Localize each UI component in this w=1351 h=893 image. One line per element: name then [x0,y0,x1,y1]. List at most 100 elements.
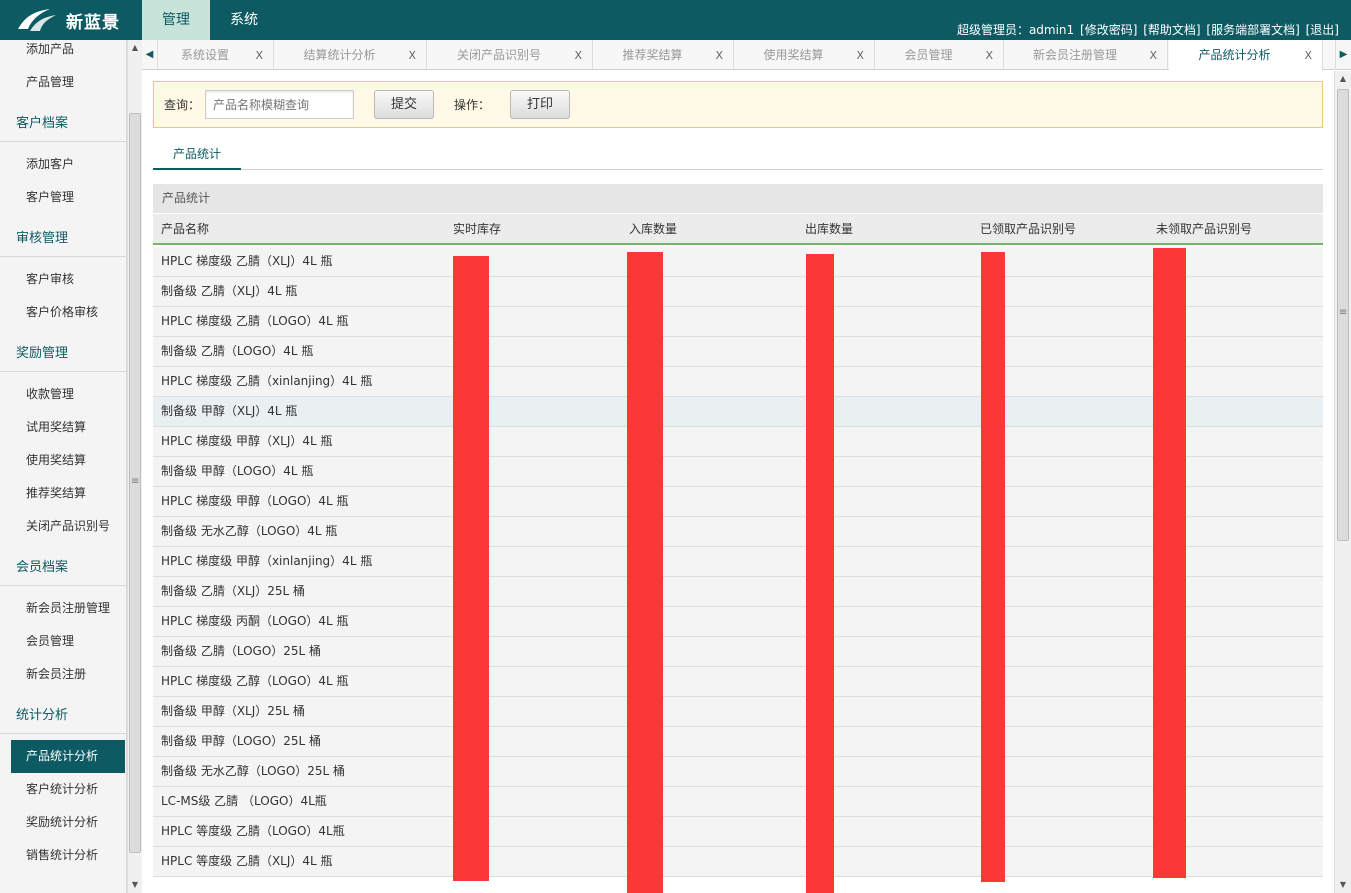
tab-usage-settlement[interactable]: 使用奖结算 X [735,40,875,70]
scroll-up-icon[interactable]: ▲ [128,40,142,56]
sidebar-item-member-management[interactable]: 会员管理 [0,625,126,658]
change-password-link[interactable]: [修改密码] [1080,23,1137,37]
product-name-cell: 制备级 甲醇（LOGO）4L 瓶 [161,464,314,478]
sidebar-scrollbar[interactable]: ▲ ≡ ▼ [127,40,142,893]
table-row[interactable]: 制备级 乙腈（XLJ）25L 桶 [153,577,1323,607]
tab-new-member-registration[interactable]: 新会员注册管理 X [1005,40,1168,70]
column-header-claimed-ids: 已领取产品识别号 [980,222,1077,236]
product-name-cell: HPLC 梯度级 乙腈（LOGO）4L 瓶 [161,314,349,328]
sidebar-item-referral-settlement[interactable]: 推荐奖结算 [0,477,126,510]
tab-close-product-id[interactable]: 关闭产品识别号 X [428,40,593,70]
tab-label: 产品统计分析 [1198,48,1271,62]
sidebar-item-add-product[interactable]: 添加产品 [0,40,126,66]
top-header: 新蓝景 管理 系统 超级管理员：admin1 [修改密码] [帮助文档] [服务… [0,0,1351,40]
table-row[interactable]: 制备级 甲醇（LOGO）25L 桶 [153,727,1323,757]
tab-bar: ◀ 系统设置 X 结算统计分析 X 关闭产品识别号 X 推荐奖结算 X 使用奖结… [142,40,1351,71]
tab-next-icon[interactable]: ▶ [1335,40,1351,70]
sidebar-item-new-member-registration[interactable]: 新会员注册 [0,658,126,691]
help-docs-link[interactable]: [帮助文档] [1143,23,1200,37]
product-name-cell: HPLC 梯度级 丙酮（LOGO）4L 瓶 [161,614,349,628]
main-content: 查询： 提交 操作： 打印 产品统计 产品统计 产品名称 实时库存 入库数量 出… [142,71,1334,893]
tab-system-settings[interactable]: 系统设置 X [159,40,274,70]
close-icon[interactable]: X [856,41,864,71]
sidebar-item-payment-management[interactable]: 收款管理 [0,378,126,411]
table-row[interactable]: HPLC 梯度级 乙腈（LOGO）4L 瓶 [153,307,1323,337]
product-name-cell: HPLC 梯度级 甲醇（LOGO）4L 瓶 [161,494,349,508]
logo-icon [18,9,56,31]
table-row[interactable]: 制备级 乙腈（LOGO）25L 桶 [153,637,1323,667]
sidebar-item-customer-review[interactable]: 客户审核 [0,263,126,296]
logout-link[interactable]: [退出] [1306,23,1339,37]
table-row[interactable]: 制备级 无水乙醇（LOGO）4L 瓶 [153,517,1323,547]
product-name-cell: 制备级 甲醇（XLJ）4L 瓶 [161,404,298,418]
tab-product-stats[interactable]: 产品统计 [153,139,241,170]
sidebar-item-sales-statistics[interactable]: 销售统计分析 [0,839,126,872]
sidebar-item-customer-price-review[interactable]: 客户价格审核 [0,296,126,329]
table-row[interactable]: HPLC 梯度级 甲醇（XLJ）4L 瓶 [153,427,1323,457]
sidebar-item-reward-statistics[interactable]: 奖励统计分析 [0,806,126,839]
search-input[interactable] [205,90,354,119]
table-row[interactable]: HPLC 梯度级 甲醇（xinlanjing）4L 瓶 [153,547,1323,577]
ops-label: 操作： [454,98,491,112]
sidebar-section-review-management: 审核管理 [0,221,126,257]
tab-settlement-analysis[interactable]: 结算统计分析 X [275,40,427,70]
table-row[interactable]: 制备级 甲醇（LOGO）4L 瓶 [153,457,1323,487]
print-button[interactable]: 打印 [510,90,570,119]
tab-prev-icon[interactable]: ◀ [142,40,158,70]
column-header-outbound: 出库数量 [805,222,854,236]
table-row[interactable]: 制备级 乙腈（LOGO）4L 瓶 [153,337,1323,367]
close-icon[interactable]: X [1149,41,1157,71]
scroll-down-icon[interactable]: ▼ [128,877,142,893]
close-icon[interactable]: X [985,41,993,71]
table-row[interactable]: HPLC 梯度级 乙腈（XLJ）4L 瓶 [153,247,1323,277]
product-name-cell: HPLC 梯度级 乙腈（xinlanjing）4L 瓶 [161,374,373,388]
submit-button[interactable]: 提交 [374,90,434,119]
table-row[interactable]: HPLC 等度级 乙腈（XLJ）4L 瓶 [153,847,1323,877]
top-tab-manage[interactable]: 管理 [142,0,210,40]
sidebar-item-product-statistics[interactable]: 产品统计分析 [11,740,125,773]
table-row[interactable]: 制备级 无水乙醇（LOGO）25L 桶 [153,757,1323,787]
table-row[interactable]: HPLC 梯度级 甲醇（LOGO）4L 瓶 [153,487,1323,517]
query-label: 查询： [164,98,201,112]
table-row[interactable]: HPLC 梯度级 乙腈（xinlanjing）4L 瓶 [153,367,1323,397]
close-icon[interactable]: X [715,41,723,71]
deploy-docs-link[interactable]: [服务端部署文档] [1206,23,1299,37]
sidebar-section-member-archive: 会员档案 [0,550,126,586]
top-tab-system[interactable]: 系统 [215,0,273,40]
close-icon[interactable]: X [408,41,416,71]
table-body: HPLC 梯度级 乙腈（XLJ）4L 瓶制备级 乙腈（XLJ）4L 瓶 HPLC … [153,247,1323,877]
tab-product-statistics[interactable]: 产品统计分析 X [1169,40,1323,71]
table-row[interactable]: 制备级 甲醇（XLJ）25L 桶 [153,697,1323,727]
table-row[interactable]: 制备级 甲醇（XLJ）4L 瓶 [153,397,1323,427]
sidebar-item-customer-management[interactable]: 客户管理 [0,181,126,214]
close-icon[interactable]: X [574,41,582,71]
close-icon[interactable]: X [1304,41,1312,71]
tab-referral-settlement[interactable]: 推荐奖结算 X [594,40,734,70]
table-row[interactable]: 制备级 乙腈（XLJ）4L 瓶 [153,277,1323,307]
tab-label: 会员管理 [904,48,953,62]
close-icon[interactable]: X [255,41,263,71]
sidebar-item-close-product-id[interactable]: 关闭产品识别号 [0,510,126,543]
sidebar-item-add-customer[interactable]: 添加客户 [0,148,126,181]
table-row[interactable]: HPLC 梯度级 乙醇（LOGO）4L 瓶 [153,667,1323,697]
table-row[interactable]: HPLC 等度级 乙腈（LOGO）4L瓶 [153,817,1323,847]
product-name-cell: 制备级 乙腈（LOGO）25L 桶 [161,644,322,658]
sidebar-item-product-management[interactable]: 产品管理 [0,66,126,99]
sidebar-item-new-member-registration-management[interactable]: 新会员注册管理 [0,592,126,625]
column-header-unclaimed-ids: 未领取产品识别号 [1156,222,1253,236]
sidebar-item-trial-settlement[interactable]: 试用奖结算 [0,411,126,444]
main-scrollbar[interactable]: ▲ ≡ ▼ [1334,71,1351,893]
tab-member-management[interactable]: 会员管理 X [876,40,1004,70]
product-name-cell: 制备级 无水乙醇（LOGO）4L 瓶 [161,524,338,538]
sidebar-item-customer-statistics[interactable]: 客户统计分析 [0,773,126,806]
product-stats-table: 产品统计 产品名称 实时库存 入库数量 出库数量 已领取产品识别号 未领取产品识… [153,184,1323,893]
sidebar-item-usage-settlement[interactable]: 使用奖结算 [0,444,126,477]
scroll-down-icon[interactable]: ▼ [1335,877,1351,893]
redaction-mark [627,252,663,893]
product-name-cell: LC-MS级 乙腈 （LOGO）4L瓶 [161,794,327,808]
redaction-mark [981,252,1005,882]
tab-label: 关闭产品识别号 [456,48,541,62]
table-row[interactable]: LC-MS级 乙腈 （LOGO）4L瓶 [153,787,1323,817]
table-row[interactable]: HPLC 梯度级 丙酮（LOGO）4L 瓶 [153,607,1323,637]
scroll-up-icon[interactable]: ▲ [1335,71,1351,87]
